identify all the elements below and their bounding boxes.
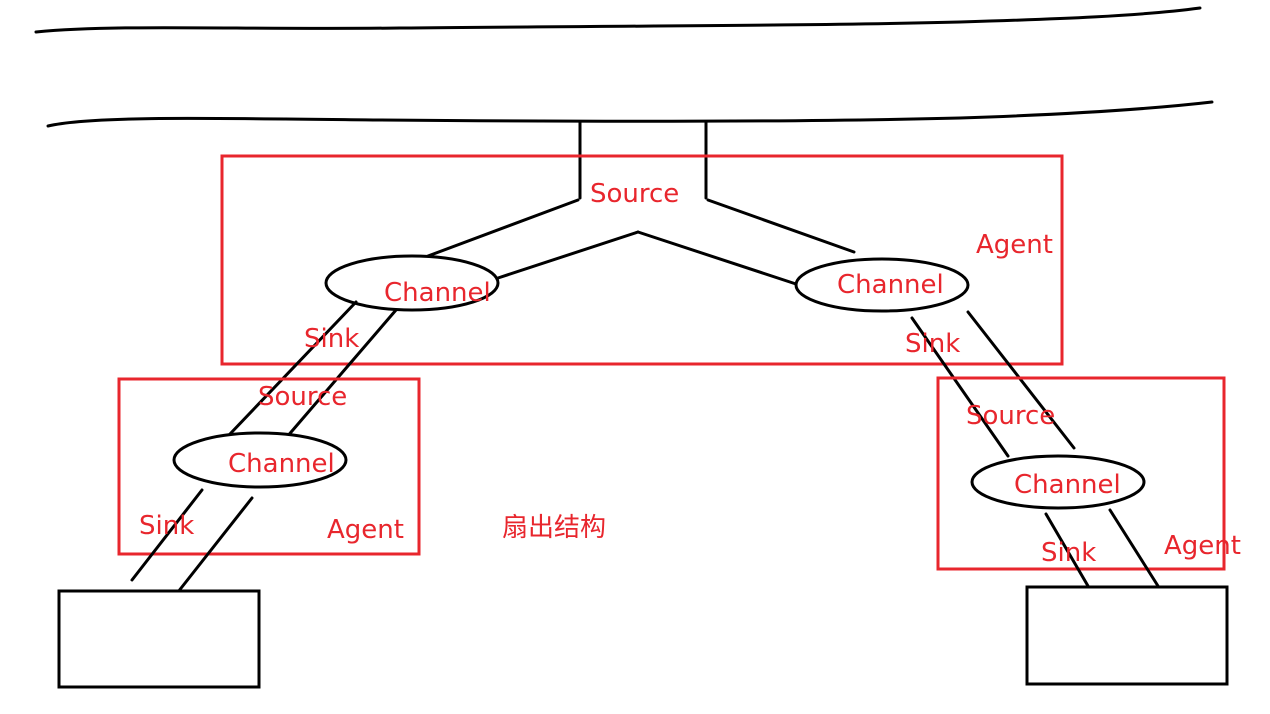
left-destination-box [57,589,261,689]
right-channel-label: Channel [1014,470,1121,500]
fanout-outer-left [426,198,580,258]
fanout-inner-right [636,230,798,286]
top-agent-label: Agent [976,230,1053,260]
top-sink-right-label: Sink [905,329,960,359]
fan-out-diagram: Source Agent Channel Channel Sink Sink S… [34,6,1241,689]
top-channel-right-label: Channel [837,270,944,300]
fanout-inner-left [496,230,640,280]
right-output-line-b [1108,508,1160,588]
caption-label: 扇出结构 [502,513,606,543]
right-source-label: Source [966,401,1055,431]
left-sink-pipe-line-a [228,300,358,436]
left-sink-label: Sink [139,511,194,541]
right-destination-box [1025,585,1229,686]
stream-upper-line [34,6,1202,34]
stream-lower-line [46,100,1214,128]
left-agent-label: Agent [327,515,404,545]
top-channel-left-label: Channel [384,278,491,308]
top-sink-left-label: Sink [304,324,359,354]
left-channel-label: Channel [228,449,335,479]
left-source-label: Source [258,382,347,412]
top-source-label: Source [590,179,679,209]
fanout-outer-right [706,198,856,254]
right-sink-label: Sink [1041,538,1096,568]
right-agent-label: Agent [1164,531,1241,561]
